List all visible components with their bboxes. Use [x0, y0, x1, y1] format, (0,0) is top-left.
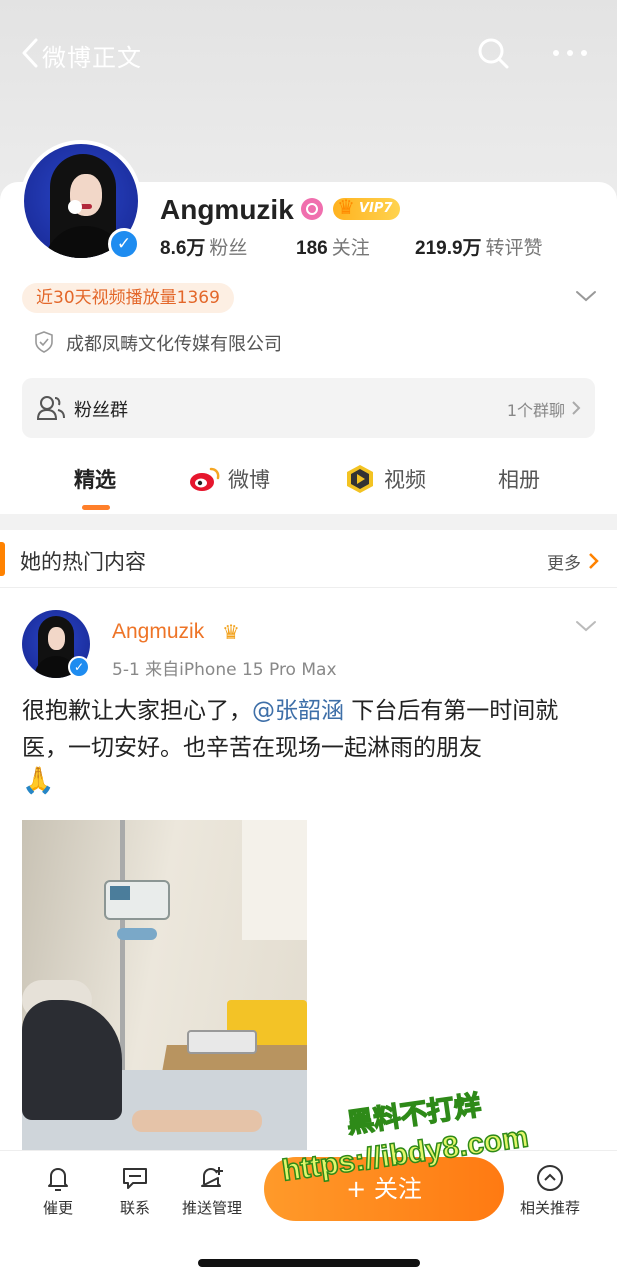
fans-group-row[interactable]: 粉丝群 1个群聊: [22, 378, 595, 438]
section-divider: [0, 514, 617, 530]
tab-weibo[interactable]: 微博: [228, 464, 270, 494]
home-indicator[interactable]: [198, 1259, 420, 1267]
remind-update-button[interactable]: 催更: [20, 1163, 96, 1223]
tab-featured[interactable]: 精选: [74, 464, 116, 494]
remind-update-label: 催更: [42, 1199, 73, 1217]
tab-album[interactable]: 相册: [498, 464, 540, 494]
more-icon[interactable]: [548, 36, 592, 70]
nav-bar: 微博正文: [0, 30, 617, 76]
verified-icon: ✓: [108, 228, 140, 260]
chevron-right-icon: [572, 401, 581, 415]
profile-tabs: 精选 微博 视频 相册: [0, 452, 617, 512]
post-text: 很抱歉让大家担心了，@张韶涵 下台后有第一时间就医，一切安好。也辛苦在现场一起淋…: [22, 693, 602, 767]
chevron-up-circle-icon: [537, 1165, 563, 1191]
profile-name: Angmuzik: [160, 194, 294, 225]
tab-video[interactable]: 视频: [384, 464, 426, 494]
hot-content-header: 她的热门内容 更多: [0, 530, 617, 588]
chat-icon: [123, 1168, 147, 1189]
post-text-before: 很抱歉让大家担心了，: [22, 698, 252, 724]
video-views-pill[interactable]: 近30天视频播放量1369: [22, 283, 234, 313]
fans-group-count: 1个群聊: [506, 401, 565, 420]
group-users-icon: [36, 396, 65, 420]
fans-group-label: 粉丝群: [74, 400, 128, 421]
weibo-logo-icon: [190, 467, 220, 491]
contact-label: 联系: [119, 1199, 150, 1217]
bell-icon: [48, 1168, 68, 1191]
vip-badge[interactable]: VIP7: [333, 196, 401, 220]
active-tab-indicator: [82, 505, 110, 510]
more-link[interactable]: 更多: [547, 549, 581, 574]
page-title: 微博正文: [42, 44, 142, 72]
bell-plus-icon: [201, 1167, 223, 1187]
verified-icon: ✓: [68, 656, 90, 678]
member-badge-icon[interactable]: [301, 198, 323, 220]
search-icon[interactable]: [476, 36, 510, 70]
chevron-right-icon[interactable]: [587, 552, 599, 570]
pray-emoji: 🙏: [22, 766, 55, 796]
post-meta: 5-1 来自iPhone 15 Pro Max: [112, 660, 337, 680]
related-recommend-button[interactable]: 相关推荐: [512, 1163, 588, 1223]
stat-fans[interactable]: 8.6万 粉丝: [160, 233, 247, 260]
push-settings-button[interactable]: 推送管理: [174, 1163, 250, 1223]
mention-link[interactable]: @张韶涵: [252, 698, 344, 724]
push-settings-label: 推送管理: [181, 1199, 242, 1217]
stat-interactions[interactable]: 219.9万 转评赞: [415, 233, 543, 260]
company-name: 成都凤畴文化传媒有限公司: [66, 334, 282, 355]
related-recommend-label: 相关推荐: [519, 1199, 580, 1217]
hot-content-title: 她的热门内容: [20, 550, 146, 574]
back-icon[interactable]: [16, 36, 44, 70]
shield-icon: [35, 331, 53, 353]
stat-following[interactable]: 186 关注: [296, 233, 370, 260]
video-icon: [347, 465, 373, 493]
chevron-down-icon[interactable]: [574, 286, 598, 306]
post-image[interactable]: [22, 820, 307, 1160]
section-accent-bar: [0, 542, 5, 576]
chevron-down-icon[interactable]: [574, 617, 598, 635]
post-author[interactable]: Angmuzik: [112, 620, 204, 644]
crown-icon: ♛: [222, 620, 240, 644]
contact-button[interactable]: 联系: [97, 1163, 173, 1223]
